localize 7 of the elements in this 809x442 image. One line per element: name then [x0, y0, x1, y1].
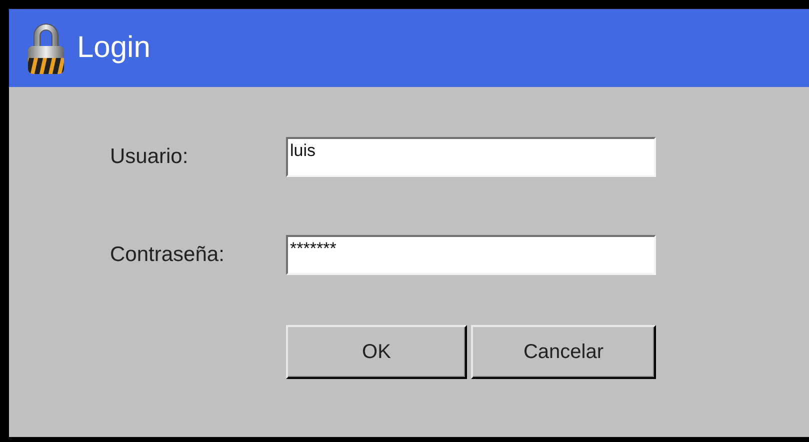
ok-button[interactable]: OK [286, 325, 468, 379]
input-field[interactable]: ******* [286, 235, 656, 275]
input-field[interactable]: luis [286, 137, 656, 177]
field-label: Usuario: [110, 145, 190, 169]
field-label: Contraseña: [110, 243, 226, 267]
cancel-button[interactable]: Cancelar [471, 325, 656, 379]
window-title: Login [77, 31, 150, 65]
